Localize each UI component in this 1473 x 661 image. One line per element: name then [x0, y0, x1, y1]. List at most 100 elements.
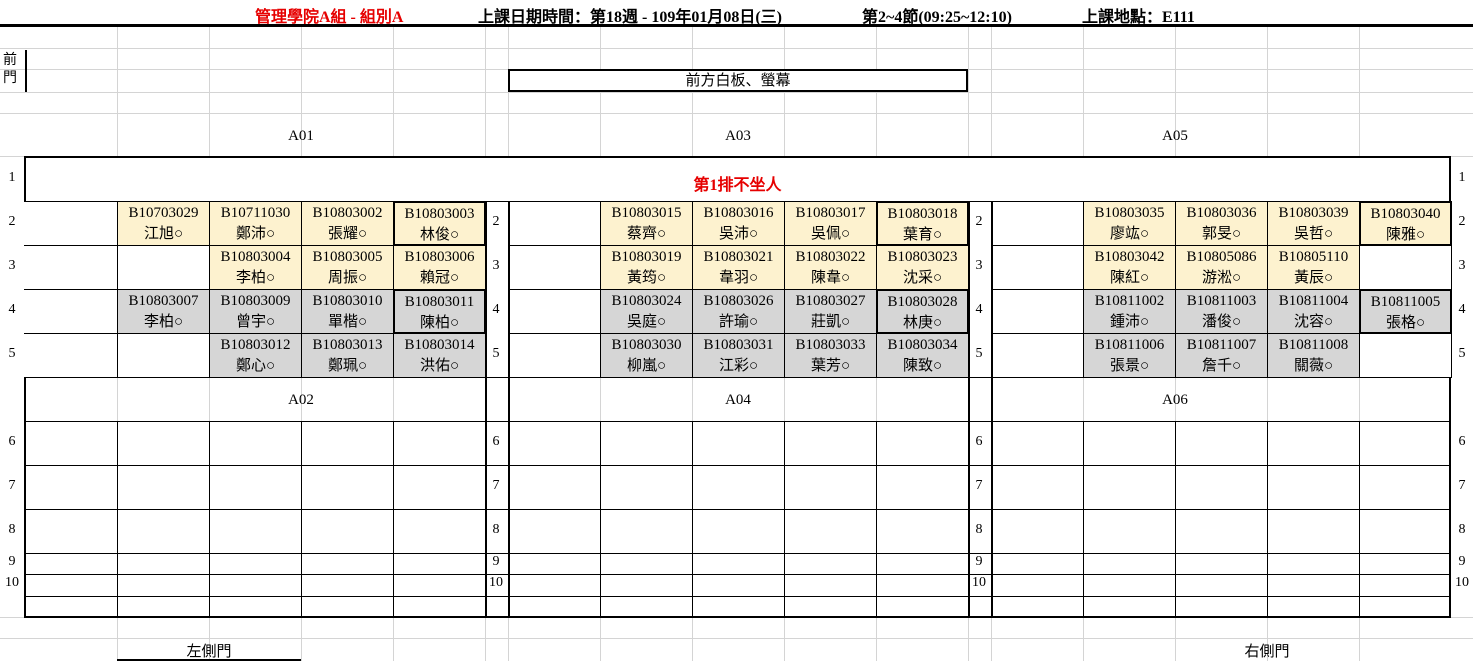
student-id: B10803022: [795, 249, 866, 265]
student-name: 江旭○: [143, 226, 184, 242]
seat-b10803031: B10803031 江彩○: [692, 333, 785, 378]
row6-top-line: [24, 421, 1451, 422]
whiteboard-label: 前方白板、螢幕: [508, 69, 968, 92]
student-name: 陳雅○: [1385, 227, 1426, 243]
student-id: B10811006: [1094, 337, 1165, 353]
college-group-title: 管理學院A組 - 組別A: [255, 9, 404, 26]
student-name: 張耀○: [327, 226, 368, 242]
student-name: 陳致○: [902, 358, 943, 374]
aisle-seat: [24, 245, 118, 290]
seat-b10805110: B10805110 黃辰○: [1267, 245, 1360, 290]
student-id: B10803005: [312, 249, 383, 265]
student-name: 游淞○: [1201, 270, 1242, 286]
gridline-horizontal: [0, 48, 1473, 49]
student-id: B10811004: [1278, 293, 1349, 309]
row-number-aisle-1: 7: [492, 478, 500, 493]
empty-seat: [117, 245, 210, 290]
lower-row-line: [24, 596, 1451, 597]
lower-row-line: [24, 509, 1451, 510]
row-number-aisle-1: 3: [492, 258, 500, 273]
student-id: B10811008: [1278, 337, 1349, 353]
seat-b10803010: B10803010 單楷○: [301, 289, 394, 334]
block-label-a06: A06: [1162, 392, 1188, 408]
sheet-header: 管理學院A組 - 組別A 上課日期時間：第18週 - 109年01月08日(三)…: [0, 0, 1473, 27]
student-id: B10711030: [220, 205, 291, 221]
row-number-left: 2: [8, 214, 16, 229]
lower-col-line: [209, 421, 210, 617]
student-id: B10803014: [404, 337, 475, 353]
student-name: 沈采○: [902, 270, 943, 286]
row-number-aisle-2: 10: [972, 575, 986, 590]
student-id: B10803013: [312, 337, 383, 353]
row-number-aisle-2: 9: [975, 554, 983, 569]
student-name: 黃辰○: [1293, 270, 1334, 286]
student-id: B10803006: [404, 249, 475, 265]
seat-b10803028: B10803028 林庚○: [876, 289, 969, 334]
row-number-aisle-1: 8: [492, 522, 500, 537]
seat-b10803040: B10803040 陳雅○: [1359, 201, 1452, 246]
empty-seat: [508, 289, 601, 334]
seat-b10803003: B10803003 林俊○: [393, 201, 486, 246]
seat-b10811008: B10811008 關薇○: [1267, 333, 1360, 378]
student-id: B10803042: [1094, 249, 1165, 265]
student-id: B10803033: [795, 337, 866, 353]
seat-b10803018: B10803018 葉育○: [876, 201, 969, 246]
student-id: B10803023: [887, 249, 958, 265]
student-name: 柳嵐○: [626, 358, 667, 374]
seat-b10803033: B10803033 葉芳○: [784, 333, 877, 378]
row-number-aisle-1: 6: [492, 434, 500, 449]
seat-b10811002: B10811002 鍾沛○: [1083, 289, 1176, 334]
lower-col-line: [1175, 421, 1176, 617]
row-number-right: 6: [1458, 434, 1466, 449]
student-name: 蔡齊○: [626, 226, 667, 242]
student-id: B10803034: [887, 337, 958, 353]
student-name: 陳柏○: [419, 315, 460, 331]
student-id: B10803018: [887, 206, 958, 222]
gridline-horizontal: [0, 113, 1473, 114]
student-name: 江彩○: [718, 358, 759, 374]
student-name: 李柏○: [143, 314, 184, 330]
seat-b10803030: B10803030 柳嵐○: [600, 333, 693, 378]
aisle-seat: [24, 289, 118, 334]
student-name: 韋羽○: [718, 270, 759, 286]
student-id: B10803028: [887, 294, 958, 310]
seat-b10803015: B10803015 蔡齊○: [600, 201, 693, 246]
row5-bottom-line: [24, 377, 1451, 378]
seat-b10803007: B10803007 李柏○: [117, 289, 210, 334]
aisle-seat: [24, 201, 118, 246]
student-id: B10803039: [1278, 205, 1349, 221]
student-id: B10803002: [312, 205, 383, 221]
student-name: 周振○: [327, 270, 368, 286]
row-number-right: 2: [1458, 214, 1466, 229]
empty-seat: [508, 245, 601, 290]
seat-b10803023: B10803023 沈采○: [876, 245, 969, 290]
row-number-right: 7: [1458, 478, 1466, 493]
block-label-a03: A03: [725, 128, 751, 144]
seat-b10811004: B10811004 沈容○: [1267, 289, 1360, 334]
student-id: B10811007: [1186, 337, 1257, 353]
row-number-right: 4: [1458, 302, 1466, 317]
student-id: B10803030: [611, 337, 682, 353]
lower-row-line: [24, 574, 1451, 575]
student-id: B10803024: [611, 293, 682, 309]
seat-b10803021: B10803021 韋羽○: [692, 245, 785, 290]
row-number-aisle-2: 5: [975, 346, 983, 361]
seat-b10811006: B10811006 張景○: [1083, 333, 1176, 378]
class-location: 上課地點：E111: [1082, 9, 1195, 26]
student-id: B10803036: [1186, 205, 1257, 221]
row-number-aisle-1: 10: [489, 575, 503, 590]
student-name: 葉育○: [902, 227, 943, 243]
block-label-a05: A05: [1162, 128, 1188, 144]
student-id: B10811002: [1094, 293, 1165, 309]
row-number-aisle-1: 2: [492, 214, 500, 229]
student-name: 莊凱○: [810, 314, 851, 330]
student-id: B10803019: [611, 249, 682, 265]
student-id: B10803010: [312, 293, 383, 309]
seat-b10803026: B10803026 許瑜○: [692, 289, 785, 334]
student-name: 吳佩○: [810, 226, 851, 242]
seat-b10803016: B10803016 吳沛○: [692, 201, 785, 246]
student-id: B10803035: [1094, 205, 1165, 221]
student-name: 吳哲○: [1293, 226, 1334, 242]
seat-b10803013: B10803013 鄭珮○: [301, 333, 394, 378]
seat-b10805086: B10805086 游淞○: [1175, 245, 1268, 290]
